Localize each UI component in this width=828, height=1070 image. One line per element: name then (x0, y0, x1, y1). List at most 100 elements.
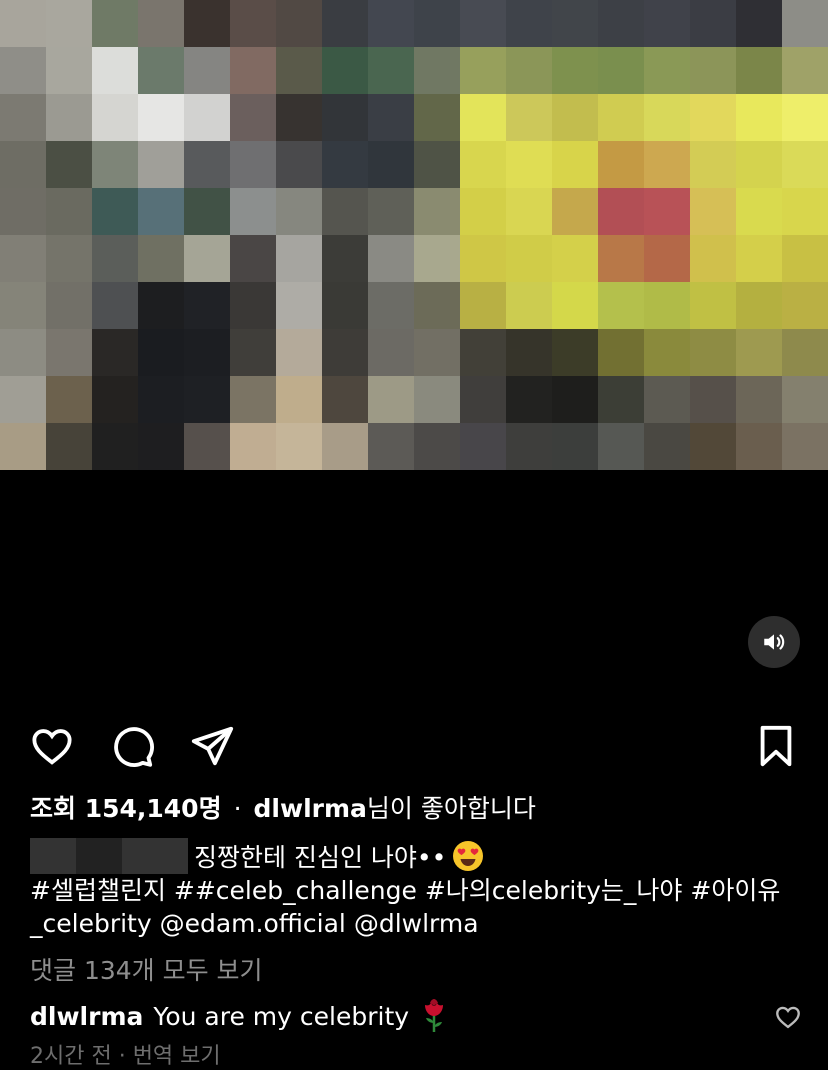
video-pixel-block (230, 0, 276, 47)
video-pixel-block (782, 423, 828, 470)
video-pixel-block (46, 0, 92, 47)
video-pixel-block (368, 329, 414, 376)
video-pixel-block (322, 47, 368, 94)
video-pixel-block (460, 188, 506, 235)
video-pixel-block (46, 329, 92, 376)
video-pixel-block (92, 94, 138, 141)
video-pixel-block (644, 47, 690, 94)
video-pixel-block (230, 47, 276, 94)
video-pixel-block (46, 94, 92, 141)
video-pixel-block (230, 188, 276, 235)
video-pixel-block (460, 94, 506, 141)
video-pixel-block (690, 47, 736, 94)
video-pixel-block (138, 47, 184, 94)
video-pixel-block (276, 94, 322, 141)
video-pixel-block (782, 376, 828, 423)
video-pixel-block (138, 423, 184, 470)
video-pixel-block (276, 235, 322, 282)
video-pixel-block (552, 376, 598, 423)
speaker-icon (764, 634, 785, 650)
video-pixel-block (598, 423, 644, 470)
video-pixel-block (598, 94, 644, 141)
video-pixel-block (92, 235, 138, 282)
video-player[interactable] (0, 0, 828, 680)
video-pixel-block (276, 0, 322, 47)
video-pixel-block (276, 329, 322, 376)
redacted-username[interactable] (30, 838, 188, 874)
video-pixel-block (690, 329, 736, 376)
video-pixel-block (552, 282, 598, 329)
video-pixel-block (414, 235, 460, 282)
like-button[interactable] (28, 722, 76, 770)
video-pixel-block (368, 0, 414, 47)
video-pixel-block (506, 329, 552, 376)
small-heart-icon (776, 1006, 800, 1029)
video-pixel-block (690, 235, 736, 282)
video-pixel-block (782, 329, 828, 376)
video-pixel-block (736, 141, 782, 188)
video-pixel-block (414, 282, 460, 329)
liked-suffix: 님이 좋아합니다 (366, 794, 536, 823)
video-pixel-block (460, 235, 506, 282)
video-pixel-block (230, 94, 276, 141)
view-all-comments-link[interactable]: 댓글 134개 모두 보기 (30, 951, 263, 987)
video-pixel-block (138, 94, 184, 141)
video-pixel-block (184, 47, 230, 94)
video-pixel-block (598, 47, 644, 94)
video-pixel-block (138, 329, 184, 376)
comment-button[interactable] (108, 722, 156, 770)
video-pixel-block (276, 282, 322, 329)
views-and-likes-line: 조회 154,140명 · dlwlrma님이 좋아합니다 (30, 792, 536, 826)
video-pixel-block (736, 47, 782, 94)
video-pixel-block (46, 376, 92, 423)
video-pixel-block (782, 141, 828, 188)
video-pixel-block (460, 141, 506, 188)
caption-hashtags[interactable]: #셀럽챌린지 ##celeb_challenge #나의celebrity는_나… (30, 876, 780, 938)
comment-text: You are my celebrity (153, 1002, 410, 1031)
views-count[interactable]: 조회 154,140명 (30, 794, 222, 823)
video-pixel-block (736, 94, 782, 141)
video-pixel-block (322, 188, 368, 235)
video-pixel-block (92, 0, 138, 47)
share-button[interactable] (188, 722, 236, 770)
video-pixel-block (552, 235, 598, 282)
video-pixel-block (92, 329, 138, 376)
video-pixel-block (368, 423, 414, 470)
video-pixel-block (322, 94, 368, 141)
video-pixel-block (138, 282, 184, 329)
video-pixel-block (598, 235, 644, 282)
video-pixel-block (414, 47, 460, 94)
video-pixel-block (598, 141, 644, 188)
video-pixel-block (736, 423, 782, 470)
caption-text: 징짱한테 진심인 나야•• (194, 843, 447, 872)
top-comment: dlwlrma You are my celebrity (30, 997, 449, 1035)
comment-username[interactable]: dlwlrma (30, 1002, 143, 1031)
video-pixel-block (598, 0, 644, 47)
sound-toggle-button[interactable] (748, 616, 800, 668)
video-pixel-block (322, 329, 368, 376)
video-pixel-block (598, 188, 644, 235)
video-pixel-block (598, 282, 644, 329)
liker-username[interactable]: dlwlrma (254, 794, 367, 823)
video-pixel-block (506, 188, 552, 235)
video-pixel-block (506, 141, 552, 188)
comment-like-button[interactable] (774, 1003, 802, 1031)
video-pixel-block (368, 376, 414, 423)
video-pixel-block (184, 329, 230, 376)
video-pixel-block (322, 376, 368, 423)
video-pixel-block (0, 329, 46, 376)
save-button[interactable] (752, 722, 800, 770)
video-pixel-block (92, 188, 138, 235)
video-pixel-block (184, 94, 230, 141)
video-pixel-block (322, 141, 368, 188)
video-pixel-block (736, 235, 782, 282)
video-pixel-block (690, 0, 736, 47)
video-pixel-block (230, 235, 276, 282)
video-pixel-block (690, 141, 736, 188)
video-pixel-block (414, 376, 460, 423)
paper-plane-icon (191, 726, 234, 766)
video-pixel-block (322, 423, 368, 470)
video-pixel-block (0, 141, 46, 188)
video-pixel-block (46, 47, 92, 94)
video-pixel-block (138, 0, 184, 47)
